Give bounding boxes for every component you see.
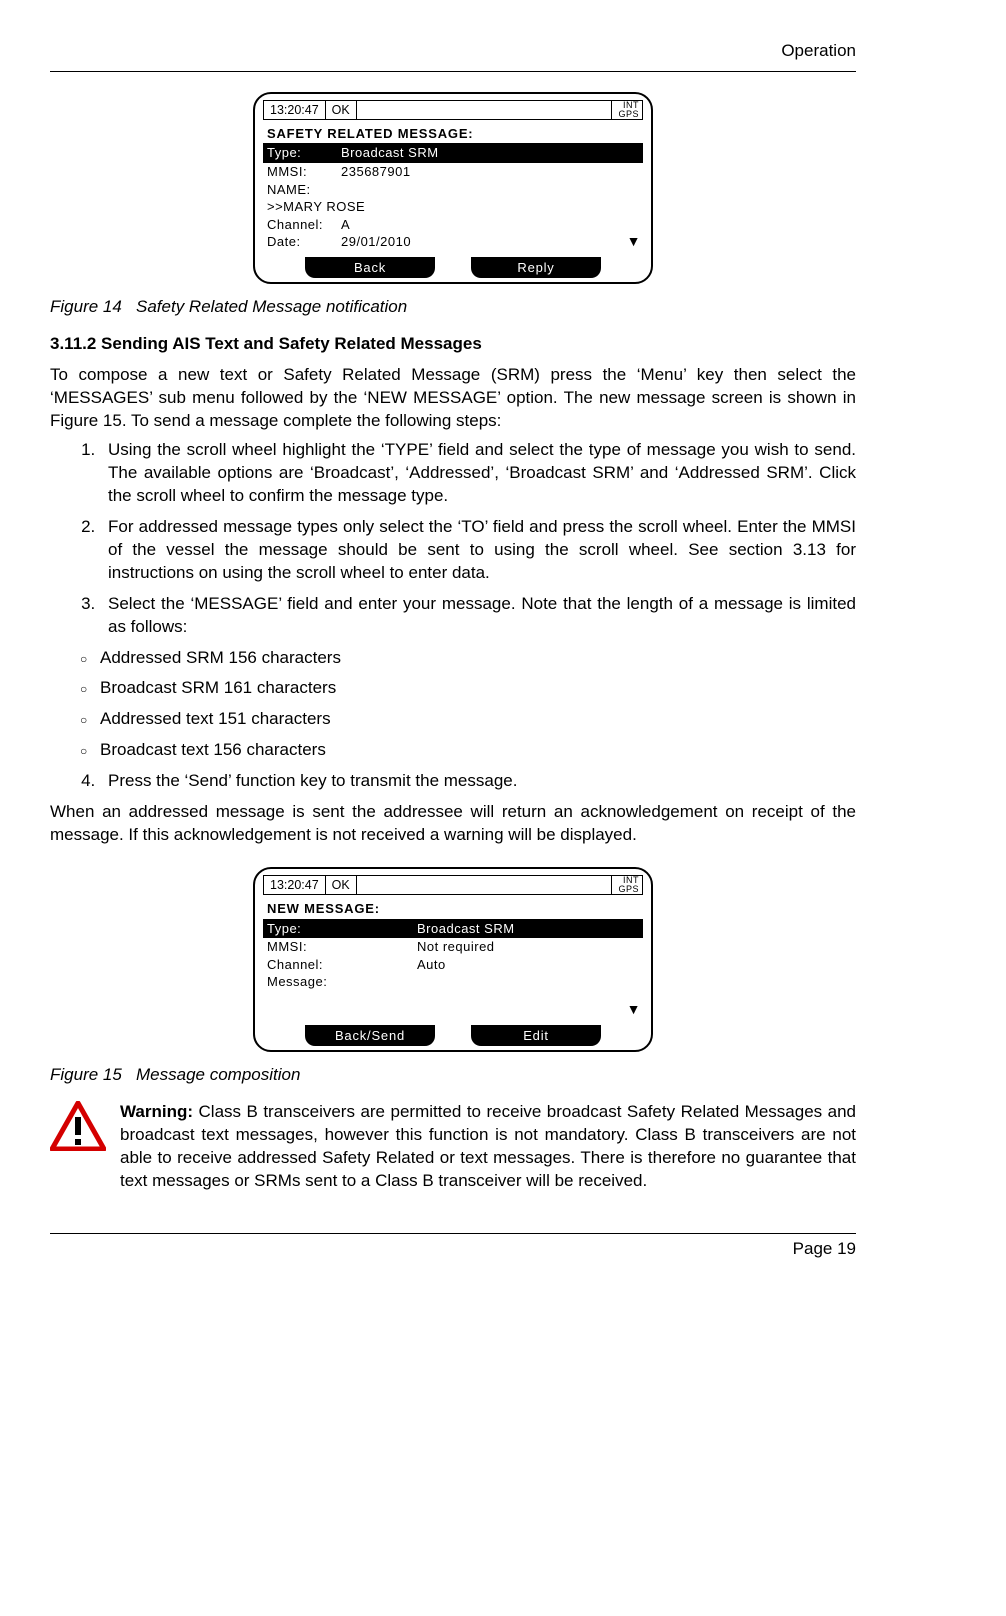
softkey-back[interactable]: Back	[305, 257, 435, 279]
device-screen-fig14: 13:20:47 OK INT GPS SAFETY RELATED MESSA…	[253, 92, 653, 284]
softkey-edit[interactable]: Edit	[471, 1025, 601, 1047]
value-channel: A	[341, 216, 350, 234]
step-3: Select the ‘MESSAGE’ field and enter you…	[100, 593, 856, 639]
figure14-caption-text: Safety Related Message notification	[136, 297, 407, 316]
softkeys: Back Reply	[263, 257, 643, 279]
status-time: 13:20:47	[263, 100, 326, 120]
steps-list: Using the scroll wheel highlight the ‘TY…	[50, 439, 856, 639]
intro-paragraph: To compose a new text or Safety Related …	[50, 364, 856, 433]
warning-icon	[50, 1101, 106, 1151]
value-name: >>MARY ROSE	[267, 198, 639, 216]
device-screen-fig15: 13:20:47 OK INT GPS NEW MESSAGE: Type: B…	[253, 867, 653, 1052]
step-1: Using the scroll wheel highlight the ‘TY…	[100, 439, 856, 508]
warning-text: Warning: Class B transceivers are permit…	[120, 1101, 856, 1193]
value-mmsi: 235687901	[341, 163, 411, 181]
figure15-caption: Figure 15 Message composition	[50, 1064, 856, 1087]
value-type: Broadcast SRM	[341, 144, 439, 162]
warning-label: Warning:	[120, 1102, 193, 1121]
row-mmsi: MMSI: 235687901	[267, 163, 639, 181]
label-mmsi: MMSI:	[267, 163, 341, 181]
figure14-caption-prefix: Figure 14	[50, 297, 122, 316]
figure14-caption: Figure 14 Safety Related Message notific…	[50, 296, 856, 319]
warning-block: Warning: Class B transceivers are permit…	[50, 1101, 856, 1193]
row-type: Type: Broadcast SRM	[263, 143, 643, 163]
page-number: Page 19	[50, 1238, 856, 1261]
value-date: 29/01/2010	[341, 233, 411, 251]
char-limits-list: Addressed SRM 156 characters Broadcast S…	[50, 647, 856, 763]
figure15-device-wrap: 13:20:47 OK INT GPS NEW MESSAGE: Type: B…	[50, 867, 856, 1052]
row-type: Type: Broadcast SRM	[263, 919, 643, 939]
softkey-back-send[interactable]: Back/Send	[305, 1025, 435, 1047]
screen-body: Type: Broadcast SRM MMSI: 235687901 NAME…	[263, 143, 643, 252]
screen-body: Type: Broadcast SRM MMSI: Not required C…	[263, 919, 643, 1021]
label-channel: Channel:	[267, 216, 341, 234]
row-message: Message:	[267, 973, 639, 991]
limit-broadcast-text: Broadcast text 156 characters	[100, 739, 856, 762]
figure15-caption-prefix: Figure 15	[50, 1065, 122, 1084]
indicator-gps: GPS	[618, 885, 639, 894]
softkey-reply[interactable]: Reply	[471, 257, 601, 279]
label-message: Message:	[267, 973, 417, 991]
indicator-gps: GPS	[618, 110, 639, 119]
status-bar: 13:20:47 OK INT GPS	[263, 875, 643, 895]
section-heading: 3.11.2 Sending AIS Text and Safety Relat…	[50, 333, 856, 356]
row-mmsi: MMSI: Not required	[267, 938, 639, 956]
figure15-caption-text: Message composition	[136, 1065, 300, 1084]
limit-addressed-text: Addressed text 151 characters	[100, 708, 856, 731]
status-indicators: INT GPS	[612, 875, 643, 895]
status-spacer	[357, 100, 613, 120]
row-name: NAME:	[267, 181, 639, 199]
screen-title: SAFETY RELATED MESSAGE:	[263, 123, 643, 144]
warning-body: Class B transceivers are permitted to re…	[120, 1102, 856, 1190]
status-ok: OK	[326, 875, 357, 895]
label-mmsi: MMSI:	[267, 938, 417, 956]
label-date: Date:	[267, 233, 341, 251]
figure14-device-wrap: 13:20:47 OK INT GPS SAFETY RELATED MESSA…	[50, 92, 856, 284]
value-mmsi: Not required	[417, 938, 495, 956]
step-2: For addressed message types only select …	[100, 516, 856, 585]
status-indicators: INT GPS	[612, 100, 643, 120]
label-type: Type:	[267, 144, 341, 162]
row-channel: Channel: Auto	[267, 956, 639, 974]
closing-paragraph: When an addressed message is sent the ad…	[50, 801, 856, 847]
steps-list-cont: Press the ‘Send’ function key to transmi…	[50, 770, 856, 793]
status-ok: OK	[326, 100, 357, 120]
row-date: Date: 29/01/2010	[267, 233, 639, 251]
value-channel: Auto	[417, 956, 446, 974]
limit-broadcast-srm: Broadcast SRM 161 characters	[100, 677, 856, 700]
label-type: Type:	[267, 920, 417, 938]
status-bar: 13:20:47 OK INT GPS	[263, 100, 643, 120]
status-time: 13:20:47	[263, 875, 326, 895]
label-channel: Channel:	[267, 956, 417, 974]
row-channel: Channel: A	[267, 216, 639, 234]
scroll-down-icon: ▼	[627, 232, 641, 251]
screen-title: NEW MESSAGE:	[263, 898, 643, 919]
page-header-section: Operation	[50, 40, 856, 63]
status-spacer	[357, 875, 613, 895]
value-type: Broadcast SRM	[417, 920, 515, 938]
softkeys: Back/Send Edit	[263, 1025, 643, 1047]
limit-addressed-srm: Addressed SRM 156 characters	[100, 647, 856, 670]
scroll-down-icon: ▼	[627, 1000, 641, 1019]
footer-rule	[50, 1233, 856, 1234]
label-name: NAME:	[267, 181, 341, 199]
header-rule	[50, 71, 856, 72]
step-4: Press the ‘Send’ function key to transmi…	[100, 770, 856, 793]
